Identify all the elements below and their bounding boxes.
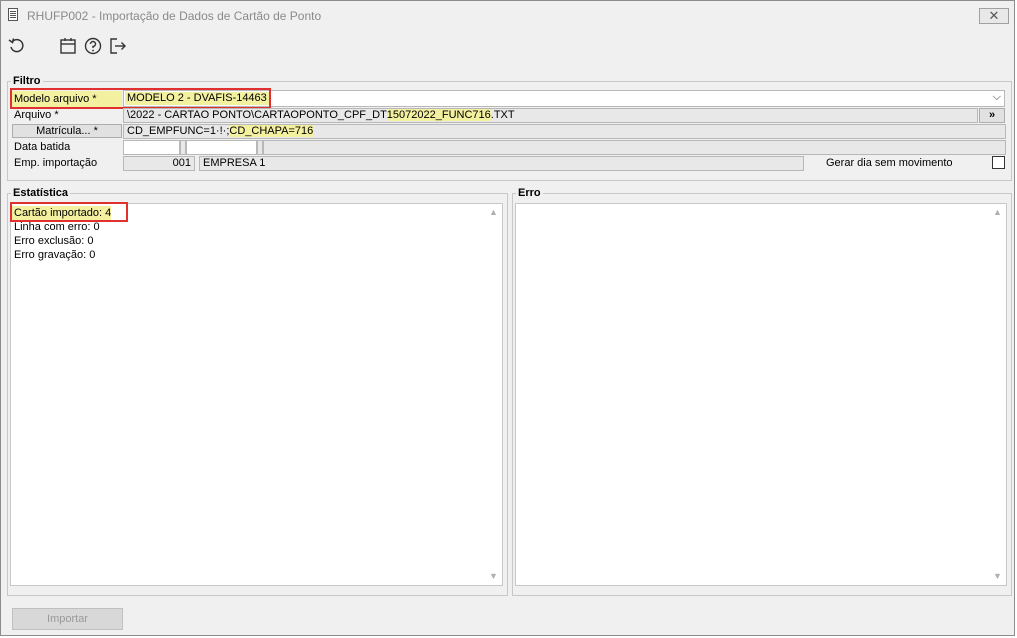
document-icon <box>8 8 18 21</box>
gerar-dia-label: Gerar dia sem movimento <box>826 157 953 169</box>
matricula-value-prefix: CD_EMPFUNC=1·!·; <box>127 125 230 137</box>
emp-name-field: EMPRESA 1 <box>199 156 804 171</box>
data-batida-end-input[interactable] <box>186 140 257 155</box>
emp-importacao-label: Emp. importação <box>14 157 98 169</box>
close-button[interactable]: ✕ <box>979 8 1009 24</box>
chevron-down-icon[interactable]: ⌵ <box>993 91 1001 104</box>
data-batida-start-input[interactable] <box>123 140 180 155</box>
erro-textarea[interactable]: ▲ ▼ <box>515 203 1007 586</box>
modelo-label: Modelo arquivo * <box>12 91 122 107</box>
scroll-up-icon[interactable]: ▲ <box>489 208 498 217</box>
calendar-icon[interactable] <box>58 36 78 56</box>
gerar-dia-checkbox[interactable] <box>992 156 1005 169</box>
data-batida-label: Data batida <box>14 141 71 153</box>
matricula-field: CD_EMPFUNC=1·!·;CD_CHAPA=716 <box>123 124 1006 139</box>
data-batida-info <box>263 140 1006 155</box>
estatistica-textarea[interactable]: Cartão importado: 4 Linha com erro: 0 Er… <box>10 203 503 586</box>
matricula-button[interactable]: Matrícula... * <box>12 124 122 138</box>
stat-line-erro-exclusao: Erro exclusão: 0 <box>14 235 94 247</box>
modelo-value: MODELO 2 - DVAFIS-14463 <box>125 92 269 105</box>
browse-file-button[interactable]: » <box>979 108 1005 123</box>
refresh-icon[interactable] <box>7 36 27 56</box>
arquivo-label: Arquivo * <box>14 109 59 121</box>
help-icon[interactable] <box>83 36 103 56</box>
estatistica-legend: Estatística <box>13 187 69 199</box>
erro-scrollbar[interactable]: ▲ ▼ <box>990 205 1005 584</box>
scroll-up-icon[interactable]: ▲ <box>993 208 1002 217</box>
arquivo-path-highlight: 15072022_FUNC716 <box>386 109 491 121</box>
erro-legend: Erro <box>518 187 541 199</box>
title-bar: RHUFP002 - Importação de Dados de Cartão… <box>1 1 1014 29</box>
arquivo-path-prefix: \2022 - CARTAO PONTO\CARTAOPONTO_CPF_DT <box>127 109 387 121</box>
stat-line-linha-com-erro: Linha com erro: 0 <box>14 221 100 233</box>
exit-icon[interactable] <box>108 36 128 56</box>
arquivo-field[interactable]: \2022 - CARTAO PONTO\CARTAOPONTO_CPF_DT1… <box>123 108 978 123</box>
filtro-legend: Filtro <box>13 75 41 87</box>
stat-line-cartao-importado: Cartão importado: 4 <box>11 206 112 220</box>
matricula-value-highlight: CD_CHAPA=716 <box>229 125 314 137</box>
emp-code-field[interactable]: 001 <box>123 156 195 171</box>
scroll-down-icon[interactable]: ▼ <box>489 572 498 581</box>
stat-line-erro-gravacao: Erro gravação: 0 <box>14 249 96 261</box>
toolbar <box>1 29 1014 61</box>
arquivo-path-ext: .TXT <box>490 109 515 121</box>
main-window: RHUFP002 - Importação de Dados de Cartão… <box>0 0 1015 636</box>
estatistica-scrollbar[interactable]: ▲ ▼ <box>486 205 501 584</box>
importar-button[interactable]: Importar <box>12 608 123 630</box>
scroll-down-icon[interactable]: ▼ <box>993 572 1002 581</box>
modelo-select[interactable]: MODELO 2 - DVAFIS-14463 ⌵ <box>123 90 1005 107</box>
window-title: RHUFP002 - Importação de Dados de Cartão… <box>27 9 322 23</box>
